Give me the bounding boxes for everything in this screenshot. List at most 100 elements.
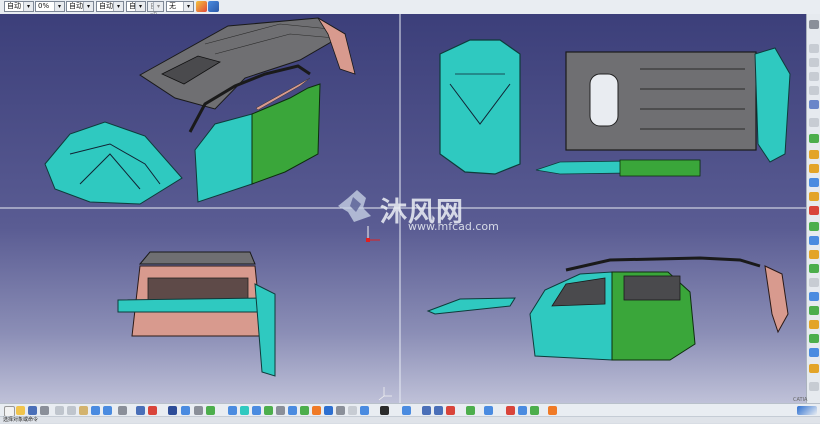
rendering-style-dropdown[interactable]: 自动▾	[147, 1, 164, 19]
symmetry-icon[interactable]	[809, 320, 819, 329]
transparency-value: 0%	[38, 2, 50, 10]
pad-icon[interactable]	[809, 58, 819, 67]
apply-material-icon[interactable]	[422, 406, 431, 415]
line-type-value: 自动	[99, 2, 113, 10]
fillet-icon[interactable]	[809, 206, 819, 215]
pattern-icon[interactable]	[809, 348, 819, 357]
spec-tree-icon[interactable]	[809, 20, 819, 29]
chevron-down-icon: ▾	[83, 2, 93, 11]
catia-logo-icon	[797, 406, 817, 415]
watermark-url: www.mfcad.com	[408, 220, 499, 233]
whats-this-icon[interactable]	[118, 406, 127, 415]
add-icon[interactable]	[548, 406, 557, 415]
rib-icon[interactable]	[809, 134, 819, 143]
shaft-icon[interactable]	[809, 86, 819, 95]
groove-icon[interactable]	[809, 100, 819, 109]
draft-icon[interactable]	[809, 236, 819, 245]
assemble-icon[interactable]	[530, 406, 539, 415]
pan-icon[interactable]	[194, 406, 203, 415]
compass-glyph	[378, 387, 392, 401]
only-current-body-icon[interactable]	[336, 406, 345, 415]
thread-icon[interactable]	[809, 278, 819, 287]
rotate-icon[interactable]	[809, 306, 819, 315]
catalog-icon[interactable]	[148, 406, 157, 415]
sunroof-top-view	[589, 73, 619, 127]
bottom-toolbar	[0, 403, 820, 417]
measure-icon[interactable]	[809, 382, 819, 391]
shell-icon[interactable]	[809, 250, 819, 259]
right-toolbar	[806, 14, 820, 403]
hide-show-icon[interactable]	[288, 406, 297, 415]
line-weight-dropdown[interactable]: 自动 ▾	[66, 1, 94, 12]
undo-icon[interactable]	[91, 406, 100, 415]
sketch-icon[interactable]	[809, 44, 819, 53]
copy-icon[interactable]	[67, 406, 76, 415]
hood-top-view	[439, 39, 521, 175]
chevron-down-icon: ▾	[113, 2, 123, 11]
remove-icon[interactable]	[809, 192, 819, 201]
update-icon[interactable]	[446, 406, 455, 415]
zoom-out-icon[interactable]	[240, 406, 249, 415]
line-type-dropdown[interactable]: 自动 ▾	[96, 1, 124, 12]
construction-icon[interactable]	[380, 406, 389, 415]
rear-view-parts	[117, 251, 276, 377]
mirror-icon[interactable]	[809, 334, 819, 343]
fly-icon[interactable]	[168, 406, 177, 415]
sketch-tools-icon[interactable]	[312, 406, 321, 415]
paste-icon[interactable]	[79, 406, 88, 415]
create-datum-icon[interactable]	[324, 406, 333, 415]
fit-all-icon[interactable]	[181, 406, 190, 415]
redo-icon[interactable]	[103, 406, 112, 415]
normal-view-icon[interactable]	[252, 406, 261, 415]
side-view-parts	[426, 256, 789, 361]
tailgate-side-view	[764, 265, 789, 334]
3d-viewport[interactable]: 沐风网 www.mfcad.com	[0, 14, 806, 403]
stiffener-icon[interactable]	[809, 164, 819, 173]
save-icon[interactable]	[28, 406, 37, 415]
boolean-icon[interactable]	[518, 406, 527, 415]
point-symbol-dropdown[interactable]: 自动▾	[126, 1, 146, 12]
scale-icon[interactable]	[809, 364, 819, 373]
zoom-in-icon[interactable]	[228, 406, 237, 415]
axis-triad	[366, 226, 380, 242]
paint-icon[interactable]	[196, 1, 207, 12]
iso-view-icon[interactable]	[264, 406, 273, 415]
select-icon[interactable]	[348, 406, 357, 415]
front-fender-side-view	[426, 297, 516, 315]
tailgate-top-view	[754, 47, 791, 163]
swap-icon[interactable]	[300, 406, 309, 415]
close-surface-icon[interactable]	[484, 406, 493, 415]
status-text: 选择对象或命令	[3, 417, 39, 423]
loft-icon[interactable]	[809, 178, 819, 187]
status-bar: 选择对象或命令	[0, 416, 820, 423]
layer-dropdown[interactable]: 无 ▾	[166, 1, 194, 12]
pocket-icon[interactable]	[809, 72, 819, 81]
roof-rear-view	[138, 251, 256, 265]
rotate-view-icon[interactable]	[206, 406, 215, 415]
hood-panel	[44, 121, 183, 205]
chevron-down-icon: ▾	[153, 2, 163, 11]
line-weight-value: 自动	[69, 2, 83, 10]
line-color-dropdown[interactable]: 自动 ▾	[4, 1, 34, 12]
thick-surface-icon[interactable]	[466, 406, 475, 415]
print-icon[interactable]	[40, 406, 49, 415]
formula-icon[interactable]	[136, 406, 145, 415]
hole-icon[interactable]	[809, 118, 819, 127]
chevron-down-icon: ▾	[23, 2, 33, 11]
chamfer-icon[interactable]	[809, 222, 819, 231]
layer-value: 无	[169, 2, 176, 10]
snap-icon[interactable]	[360, 406, 369, 415]
transparency-dropdown[interactable]: 0% ▾	[35, 1, 65, 12]
open-icon[interactable]	[16, 406, 25, 415]
front-door-panel	[194, 113, 253, 203]
shading-icon[interactable]	[276, 406, 285, 415]
slot-icon[interactable]	[809, 150, 819, 159]
cut-icon[interactable]	[55, 406, 64, 415]
filter-icon[interactable]	[208, 1, 219, 12]
translate-icon[interactable]	[809, 292, 819, 301]
measure-between-icon[interactable]	[402, 406, 411, 415]
bumper-beam-rear-view	[117, 297, 273, 313]
analysis-icon[interactable]	[434, 406, 443, 415]
thickness-icon[interactable]	[809, 264, 819, 273]
sew-icon[interactable]	[506, 406, 515, 415]
